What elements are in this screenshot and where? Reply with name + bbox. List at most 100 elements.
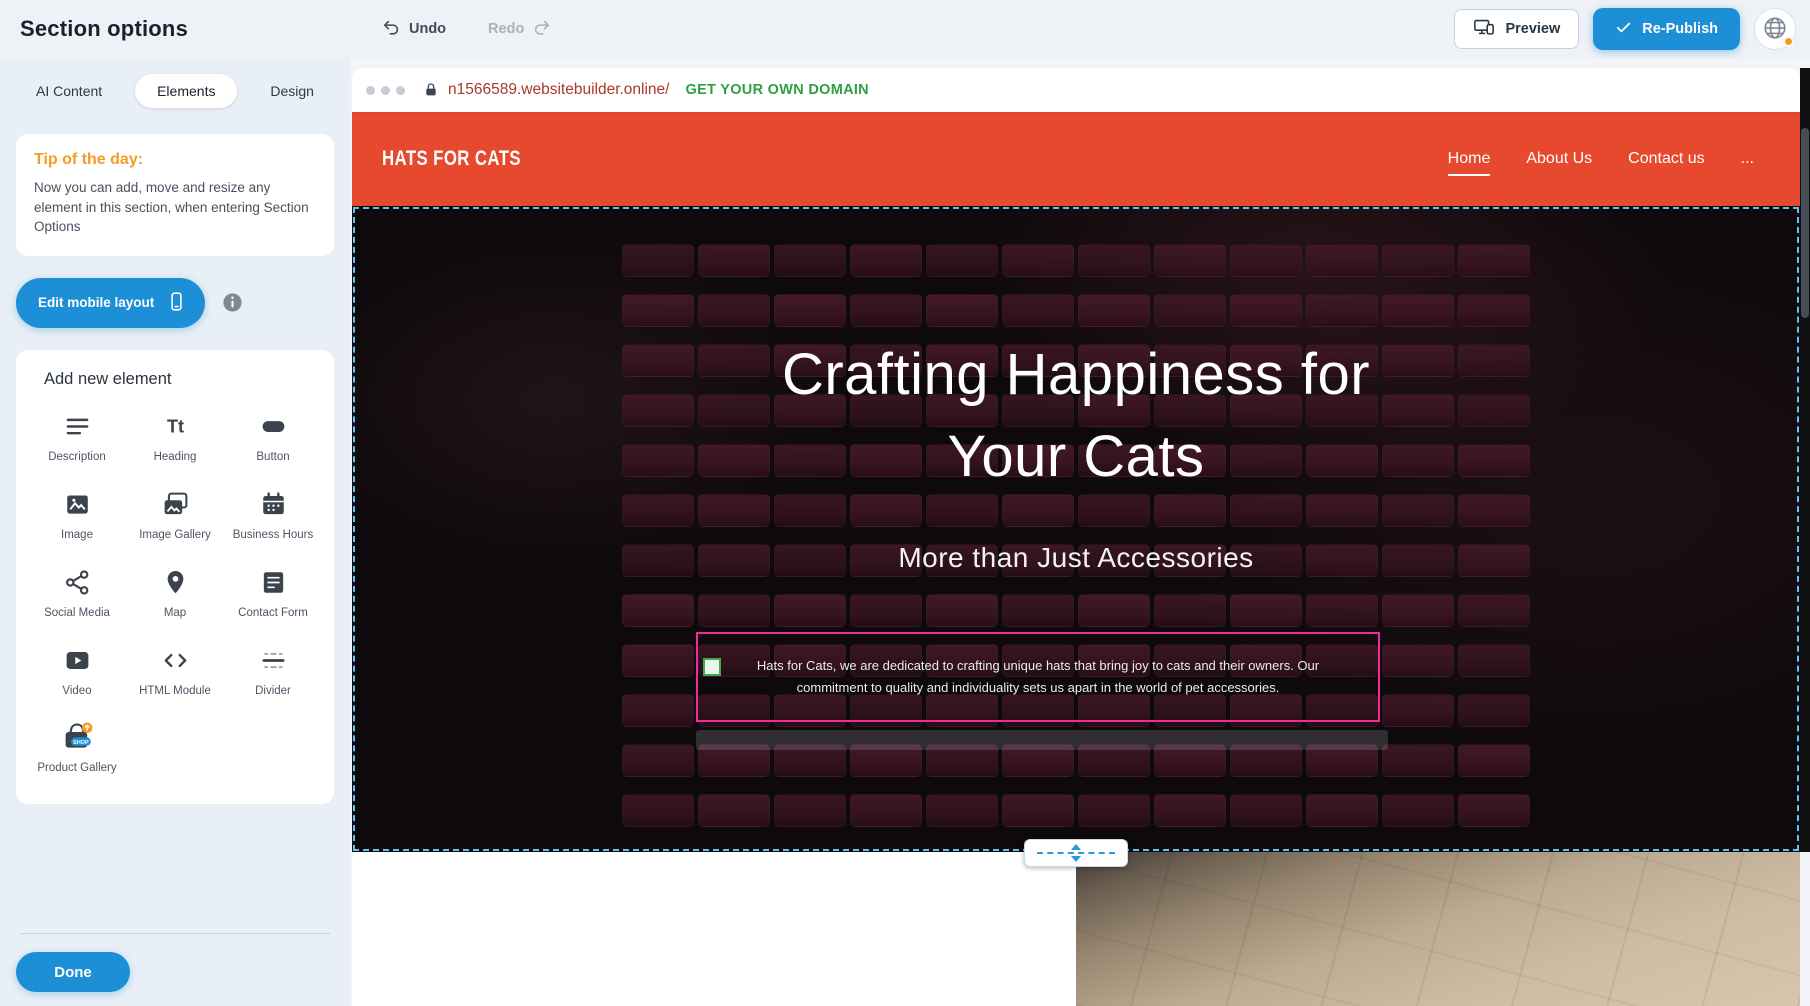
hero-section[interactable]: Crafting Happiness for Your Cats More th… bbox=[352, 206, 1800, 852]
element-contact-form[interactable]: Contact Form bbox=[226, 567, 320, 621]
hero-tile bbox=[850, 794, 922, 827]
hero-tile bbox=[926, 594, 998, 627]
site-nav: Home About Us Contact us... bbox=[1448, 150, 1754, 168]
hero-tile bbox=[622, 594, 694, 627]
nav-about-us[interactable]: About Us bbox=[1526, 150, 1592, 168]
hero-tile bbox=[1458, 694, 1530, 727]
language-globe-button[interactable] bbox=[1754, 8, 1796, 50]
hero-tile bbox=[1002, 794, 1074, 827]
hero-tile bbox=[698, 244, 770, 277]
hero-tile bbox=[698, 294, 770, 327]
site-url[interactable]: n1566589.websitebuilder.online/ bbox=[448, 81, 669, 99]
element-label: Description bbox=[48, 450, 106, 465]
republish-label: Re-Publish bbox=[1642, 21, 1718, 37]
element-map[interactable]: Map bbox=[128, 567, 222, 621]
mobile-layout-row: Edit mobile layout bbox=[16, 278, 334, 328]
hero-tile bbox=[774, 294, 846, 327]
hero-tile bbox=[1078, 794, 1150, 827]
description-icon bbox=[63, 411, 92, 443]
site-logo[interactable]: HATS FOR CATS bbox=[382, 147, 521, 171]
element-heading[interactable]: TtHeading bbox=[128, 411, 222, 465]
nav-contact-us[interactable]: Contact us bbox=[1628, 150, 1704, 168]
tab-design[interactable]: Design bbox=[258, 74, 326, 108]
site-scrollbar[interactable] bbox=[1800, 68, 1810, 852]
hero-tile bbox=[850, 494, 922, 527]
preview-button[interactable]: Preview bbox=[1454, 9, 1579, 49]
hero-subheading[interactable]: More than Just Accessories bbox=[352, 542, 1800, 574]
svg-text:SHOP: SHOP bbox=[73, 740, 89, 746]
hero-tile bbox=[1154, 294, 1226, 327]
element-label: Image Gallery bbox=[139, 528, 211, 543]
add-element-title: Add new element bbox=[44, 370, 322, 389]
element-label: Map bbox=[164, 606, 186, 621]
window-dot bbox=[396, 86, 405, 95]
next-section-photo bbox=[1076, 852, 1800, 1006]
hero-tile bbox=[926, 244, 998, 277]
site-preview: HATS FOR CATS HomeAbout UsContact us... … bbox=[352, 112, 1800, 1006]
redo-button[interactable]: Redo bbox=[482, 17, 557, 42]
element-grid: Description TtHeading Button Image Image Gal… bbox=[28, 411, 322, 777]
hero-tile bbox=[622, 744, 694, 777]
element-image[interactable]: Image bbox=[30, 489, 124, 543]
element-description[interactable]: Description bbox=[30, 411, 124, 465]
selected-text-element[interactable]: Hats for Cats, we are dedicated to craft… bbox=[696, 632, 1380, 722]
element-label: Product Gallery bbox=[37, 761, 116, 776]
hero-tile bbox=[1154, 794, 1226, 827]
element-label: Button bbox=[256, 450, 289, 465]
tip-body: Now you can add, move and resize any ele… bbox=[34, 178, 316, 237]
hero-tile bbox=[850, 294, 922, 327]
hero-tile bbox=[622, 244, 694, 277]
undo-button[interactable]: Undo bbox=[376, 17, 452, 42]
editor-stage: n1566589.websitebuilder.online/ GET YOUR… bbox=[350, 58, 1810, 1006]
tab-ai-content[interactable]: AI Content bbox=[24, 74, 114, 108]
tab-elements[interactable]: Elements bbox=[135, 74, 237, 108]
republish-button[interactable]: Re-Publish bbox=[1593, 8, 1740, 50]
element-button[interactable]: Button bbox=[226, 411, 320, 465]
social-media-icon bbox=[63, 567, 92, 599]
svg-text:Tt: Tt bbox=[166, 417, 183, 437]
hero-tile bbox=[1306, 794, 1378, 827]
section-resize-handle[interactable] bbox=[1024, 839, 1128, 867]
hero-tile bbox=[1458, 644, 1530, 677]
video-icon bbox=[63, 645, 92, 677]
nav-home[interactable]: Home bbox=[1448, 150, 1491, 168]
nav-more[interactable]: ... bbox=[1741, 150, 1754, 168]
element-product-gallery[interactable]: SHOP Product Gallery bbox=[30, 722, 124, 776]
hero-tile bbox=[622, 294, 694, 327]
element-video[interactable]: Video bbox=[30, 645, 124, 699]
done-button[interactable]: Done bbox=[16, 952, 130, 992]
editor-topbar: Section options Undo Redo Preview Re-Pub… bbox=[0, 0, 1810, 58]
hero-tile bbox=[1154, 594, 1226, 627]
element-label: Social Media bbox=[44, 606, 110, 621]
element-image-gallery[interactable]: Image Gallery bbox=[128, 489, 222, 543]
scrollbar-thumb[interactable] bbox=[1801, 128, 1809, 318]
element-business-hours[interactable]: Business Hours bbox=[226, 489, 320, 543]
hero-tile bbox=[698, 594, 770, 627]
get-domain-link[interactable]: GET YOUR OWN DOMAIN bbox=[685, 82, 868, 98]
hero-tile bbox=[1458, 244, 1530, 277]
hero-tile bbox=[1230, 294, 1302, 327]
hero-tile bbox=[1382, 294, 1454, 327]
resize-dashed-line bbox=[1037, 852, 1115, 854]
history-controls: Undo Redo bbox=[376, 0, 557, 58]
hero-tile bbox=[698, 494, 770, 527]
element-social-media[interactable]: Social Media bbox=[30, 567, 124, 621]
element-label: Divider bbox=[255, 684, 291, 699]
element-drag-handle[interactable] bbox=[703, 658, 721, 676]
element-html-module[interactable]: HTML Module bbox=[128, 645, 222, 699]
hero-tile bbox=[850, 594, 922, 627]
undo-label: Undo bbox=[409, 21, 446, 37]
resize-up-arrow-icon bbox=[1071, 844, 1081, 850]
topbar-actions: Preview Re-Publish bbox=[1454, 0, 1796, 58]
hero-tile bbox=[926, 294, 998, 327]
hero-heading[interactable]: Crafting Happiness for Your Cats bbox=[352, 334, 1800, 498]
site-header[interactable]: HATS FOR CATS Home About Us Contact us... bbox=[352, 112, 1800, 206]
hero-tile bbox=[622, 794, 694, 827]
button-icon bbox=[259, 411, 288, 443]
hero-paragraph[interactable]: Hats for Cats, we are dedicated to craft… bbox=[722, 655, 1354, 699]
hero-tile bbox=[774, 494, 846, 527]
info-icon[interactable] bbox=[221, 291, 244, 314]
element-divider[interactable]: Divider bbox=[226, 645, 320, 699]
edit-mobile-layout-button[interactable]: Edit mobile layout bbox=[16, 278, 205, 328]
hero-tile bbox=[926, 794, 998, 827]
